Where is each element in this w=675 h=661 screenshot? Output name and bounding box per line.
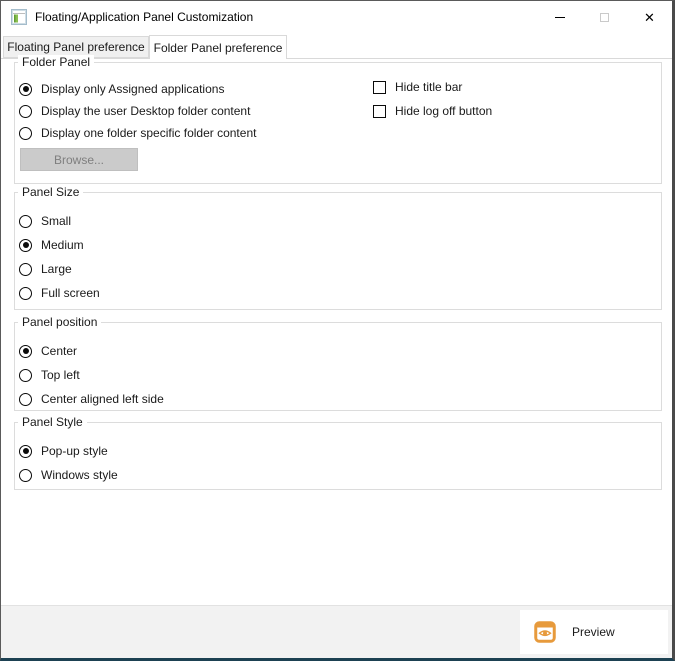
radio-size-small[interactable]: Small (19, 209, 100, 233)
group-panel-size: Panel Size Small Medium Large Full scree… (14, 192, 662, 310)
radio-icon[interactable] (19, 445, 32, 458)
radio-icon[interactable] (19, 215, 32, 228)
tab-page-folder-panel-preference: Folder Panel Display only Assigned appli… (1, 58, 672, 605)
radio-icon[interactable] (19, 469, 32, 482)
radio-icon[interactable] (19, 127, 32, 140)
panel-position-radio-group: Center Top left Center aligned left side (19, 339, 164, 411)
folder-panel-checkbox-group: Hide title bar Hide log off button (373, 75, 492, 123)
checkbox-label: Hide log off button (395, 104, 492, 118)
radio-icon[interactable] (19, 345, 32, 358)
group-panel-style: Panel Style Pop-up style Windows style (14, 422, 662, 490)
radio-label: Top left (41, 368, 80, 382)
checkbox-hide-title-bar[interactable]: Hide title bar (373, 75, 492, 99)
group-legend: Panel Style (18, 415, 87, 430)
panel-style-radio-group: Pop-up style Windows style (19, 439, 118, 487)
radio-icon[interactable] (19, 369, 32, 382)
radio-display-specific-folder[interactable]: Display one folder specific folder conte… (19, 122, 256, 144)
radio-label: Windows style (41, 468, 118, 482)
radio-display-assigned-apps[interactable]: Display only Assigned applications (19, 78, 256, 100)
group-legend: Folder Panel (18, 55, 94, 70)
browse-button[interactable]: Browse... (20, 148, 138, 171)
radio-display-desktop-folder[interactable]: Display the user Desktop folder content (19, 100, 256, 122)
preview-eye-icon (534, 621, 556, 643)
radio-label: Small (41, 214, 71, 228)
radio-icon[interactable] (19, 287, 32, 300)
radio-style-windows[interactable]: Windows style (19, 463, 118, 487)
maximize-button[interactable] (582, 1, 627, 33)
checkbox-hide-log-off[interactable]: Hide log off button (373, 99, 492, 123)
radio-label: Display the user Desktop folder content (41, 104, 250, 118)
panel-size-radio-group: Small Medium Large Full screen (19, 209, 100, 305)
radio-size-medium[interactable]: Medium (19, 233, 100, 257)
checkbox-icon[interactable] (373, 81, 386, 94)
checkbox-icon[interactable] (373, 105, 386, 118)
radio-label: Center (41, 344, 77, 358)
radio-icon[interactable] (19, 105, 32, 118)
radio-label: Center aligned left side (41, 392, 164, 406)
app-icon (11, 9, 27, 25)
tab-label: Floating Panel preference (7, 40, 144, 54)
checkbox-label: Hide title bar (395, 80, 462, 94)
radio-position-center-left[interactable]: Center aligned left side (19, 387, 164, 411)
tab-folder-panel-preference[interactable]: Folder Panel preference (149, 35, 287, 59)
radio-icon[interactable] (19, 393, 32, 406)
radio-label: Medium (41, 238, 84, 252)
titlebar: Floating/Application Panel Customization… (1, 1, 672, 33)
group-folder-panel: Folder Panel Display only Assigned appli… (14, 62, 662, 184)
radio-position-top-left[interactable]: Top left (19, 363, 164, 387)
folder-panel-radio-group: Display only Assigned applications Displ… (19, 78, 256, 144)
radio-icon[interactable] (19, 239, 32, 252)
radio-style-popup[interactable]: Pop-up style (19, 439, 118, 463)
maximize-icon (600, 13, 609, 22)
window-controls: ✕ (537, 1, 672, 33)
radio-label: Display one folder specific folder conte… (41, 126, 256, 140)
radio-label: Full screen (41, 286, 100, 300)
radio-position-center[interactable]: Center (19, 339, 164, 363)
radio-size-large[interactable]: Large (19, 257, 100, 281)
footer: Preview (1, 605, 672, 658)
minimize-button[interactable] (537, 1, 582, 33)
minimize-icon (555, 17, 565, 18)
radio-size-full-screen[interactable]: Full screen (19, 281, 100, 305)
preview-button[interactable]: Preview (520, 610, 668, 654)
close-button[interactable]: ✕ (627, 1, 672, 33)
radio-icon[interactable] (19, 83, 32, 96)
radio-label: Display only Assigned applications (41, 82, 224, 96)
radio-label: Pop-up style (41, 444, 108, 458)
group-legend: Panel Size (18, 185, 83, 200)
radio-icon[interactable] (19, 263, 32, 276)
group-panel-position: Panel position Center Top left Center al… (14, 322, 662, 411)
tab-bar: Floating Panel preference Folder Panel p… (1, 33, 672, 58)
radio-label: Large (41, 262, 72, 276)
tab-label: Folder Panel preference (154, 41, 283, 55)
group-legend: Panel position (18, 315, 101, 330)
dialog-window: Floating/Application Panel Customization… (0, 0, 675, 661)
window-title: Floating/Application Panel Customization (35, 10, 253, 24)
preview-button-label: Preview (572, 625, 615, 639)
close-icon: ✕ (644, 11, 655, 24)
